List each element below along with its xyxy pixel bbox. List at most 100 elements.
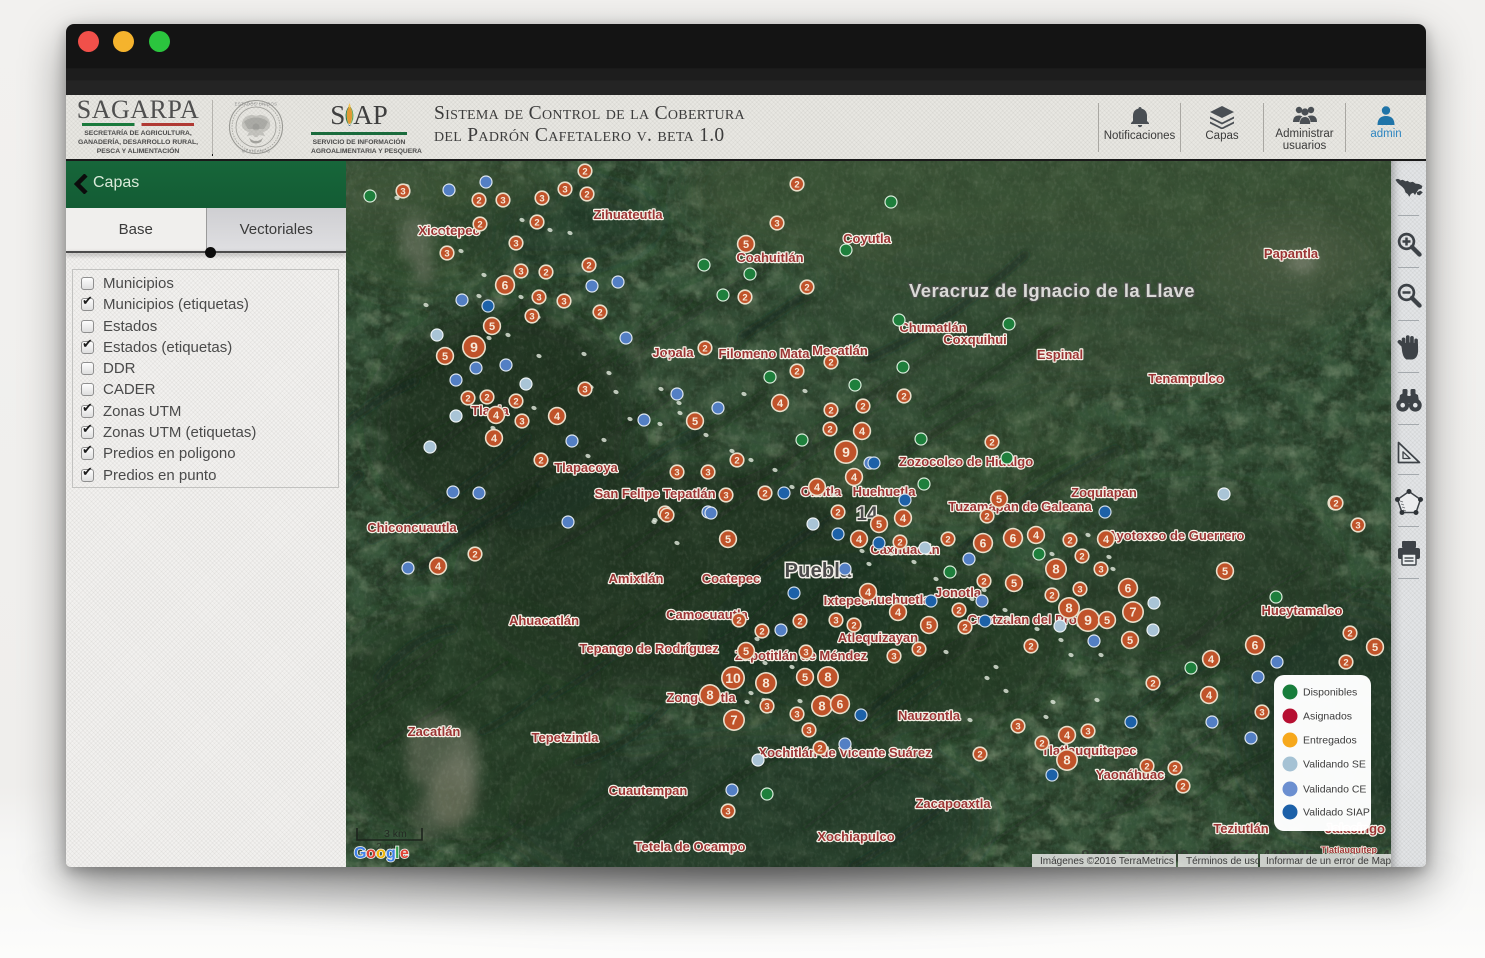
svg-text:2: 2: [513, 396, 518, 407]
svg-text:2: 2: [945, 534, 950, 545]
svg-text:6: 6: [1125, 581, 1132, 595]
svg-text:Tepango de Rodríguez: Tepango de Rodríguez: [579, 641, 719, 656]
svg-text:3: 3: [674, 467, 679, 478]
svg-text:Jopala: Jopala: [652, 345, 694, 360]
svg-text:Entregados: Entregados: [1303, 735, 1357, 747]
svg-text:2: 2: [797, 616, 802, 627]
svg-text:4: 4: [493, 410, 500, 422]
svg-text:Zacapoaxtla: Zacapoaxtla: [915, 796, 991, 811]
svg-text:Disponibles: Disponibles: [1303, 687, 1357, 699]
svg-text:3: 3: [582, 384, 587, 395]
svg-text:3: 3: [774, 218, 779, 229]
svg-text:Ahuacatlán: Ahuacatlán: [509, 613, 579, 628]
svg-text:5: 5: [1222, 566, 1228, 578]
svg-text:6: 6: [837, 697, 844, 711]
svg-text:3: 3: [705, 467, 710, 478]
svg-text:2: 2: [582, 166, 587, 177]
svg-text:4: 4: [777, 398, 784, 410]
svg-text:2: 2: [1028, 641, 1033, 652]
svg-text:4: 4: [435, 561, 442, 573]
svg-text:3: 3: [444, 248, 449, 259]
svg-text:5: 5: [996, 494, 1002, 506]
svg-text:5: 5: [926, 620, 932, 632]
svg-text:2: 2: [1049, 590, 1054, 601]
svg-text:5: 5: [1104, 615, 1110, 627]
svg-text:2: 2: [477, 219, 482, 230]
svg-text:l: l: [395, 845, 399, 862]
svg-text:6: 6: [980, 536, 987, 550]
svg-text:Ayotoxco de Guerrero: Ayotoxco de Guerrero: [1108, 528, 1245, 543]
svg-text:2: 2: [897, 537, 902, 548]
svg-text:4: 4: [900, 513, 907, 525]
svg-text:4: 4: [1208, 654, 1215, 666]
svg-text:3: 3: [562, 184, 567, 195]
svg-text:2: 2: [1067, 535, 1072, 546]
svg-text:2: 2: [827, 424, 832, 435]
svg-text:2: 2: [794, 179, 799, 190]
svg-text:2: 2: [817, 743, 822, 754]
svg-text:6: 6: [1252, 638, 1259, 652]
svg-text:2: 2: [465, 393, 470, 404]
svg-text:3: 3: [803, 647, 808, 658]
svg-text:Yaonáhuac: Yaonáhuac: [1096, 767, 1165, 782]
svg-text:3: 3: [518, 266, 523, 277]
svg-text:3: 3: [400, 186, 405, 197]
svg-text:2: 2: [742, 292, 747, 303]
svg-text:9: 9: [470, 339, 478, 355]
svg-text:3: 3: [1259, 707, 1264, 718]
svg-text:8: 8: [762, 676, 769, 691]
svg-text:G: G: [354, 845, 366, 862]
svg-text:3: 3: [891, 651, 896, 662]
svg-text:Veracruz de Ignacio de la Llav: Veracruz de Ignacio de la Llave: [909, 280, 1195, 301]
svg-text:5: 5: [442, 351, 448, 363]
svg-text:2: 2: [736, 615, 741, 626]
svg-text:2: 2: [597, 307, 602, 318]
svg-text:Cuautempan: Cuautempan: [609, 783, 688, 798]
svg-text:2: 2: [484, 392, 489, 403]
svg-text:2: 2: [860, 401, 865, 412]
svg-text:Espinal: Espinal: [1037, 347, 1083, 362]
svg-text:Imágenes ©2016 TerraMetrics: Imágenes ©2016 TerraMetrics: [1040, 856, 1174, 867]
svg-text:5: 5: [1011, 578, 1017, 590]
svg-text:3: 3: [1077, 584, 1082, 595]
svg-text:Zoquiapan: Zoquiapan: [1071, 485, 1137, 500]
svg-text:Mecatlán: Mecatlán: [812, 343, 868, 358]
svg-text:Atlequizayan: Atlequizayan: [838, 630, 918, 645]
svg-text:2: 2: [962, 622, 967, 633]
svg-text:Tenampulco: Tenampulco: [1148, 371, 1224, 386]
svg-text:Tetela de Ocampo: Tetela de Ocampo: [634, 839, 745, 854]
svg-text:2: 2: [538, 455, 543, 466]
svg-text:4: 4: [895, 607, 902, 619]
svg-text:9: 9: [1084, 612, 1092, 628]
svg-text:Amixtlán: Amixtlán: [609, 571, 664, 586]
svg-text:Tlatlauquitepec: Tlatlauquitepec: [1041, 743, 1136, 758]
svg-text:e: e: [400, 845, 409, 862]
svg-text:Zacatlán: Zacatlán: [408, 724, 461, 739]
svg-text:4: 4: [814, 482, 821, 494]
svg-text:2: 2: [981, 576, 986, 587]
svg-text:2: 2: [1172, 763, 1177, 774]
svg-text:Xochiapulco: Xochiapulco: [817, 829, 894, 844]
svg-text:2: 2: [759, 626, 764, 637]
svg-text:3: 3: [1098, 564, 1103, 575]
svg-text:2: 2: [977, 749, 982, 760]
svg-text:2: 2: [1333, 498, 1338, 509]
svg-text:5: 5: [743, 239, 749, 251]
svg-text:Xicotepec: Xicotepec: [418, 223, 479, 238]
svg-text:o: o: [376, 845, 386, 862]
svg-text:3: 3: [529, 311, 534, 322]
svg-text:3: 3: [539, 193, 544, 204]
svg-text:2: 2: [584, 189, 589, 200]
svg-text:3: 3: [1085, 726, 1090, 737]
svg-text:5: 5: [876, 519, 882, 531]
svg-text:2: 2: [476, 195, 481, 206]
svg-text:3: 3: [500, 195, 505, 206]
svg-text:Tepetzintla: Tepetzintla: [532, 730, 600, 745]
svg-text:6: 6: [502, 278, 509, 292]
svg-text:8: 8: [1052, 562, 1059, 577]
svg-text:5: 5: [489, 321, 495, 333]
svg-text:3: 3: [764, 701, 769, 712]
svg-text:2: 2: [828, 357, 833, 368]
svg-text:3 km: 3 km: [384, 828, 407, 840]
svg-text:Jonotla: Jonotla: [935, 585, 982, 600]
